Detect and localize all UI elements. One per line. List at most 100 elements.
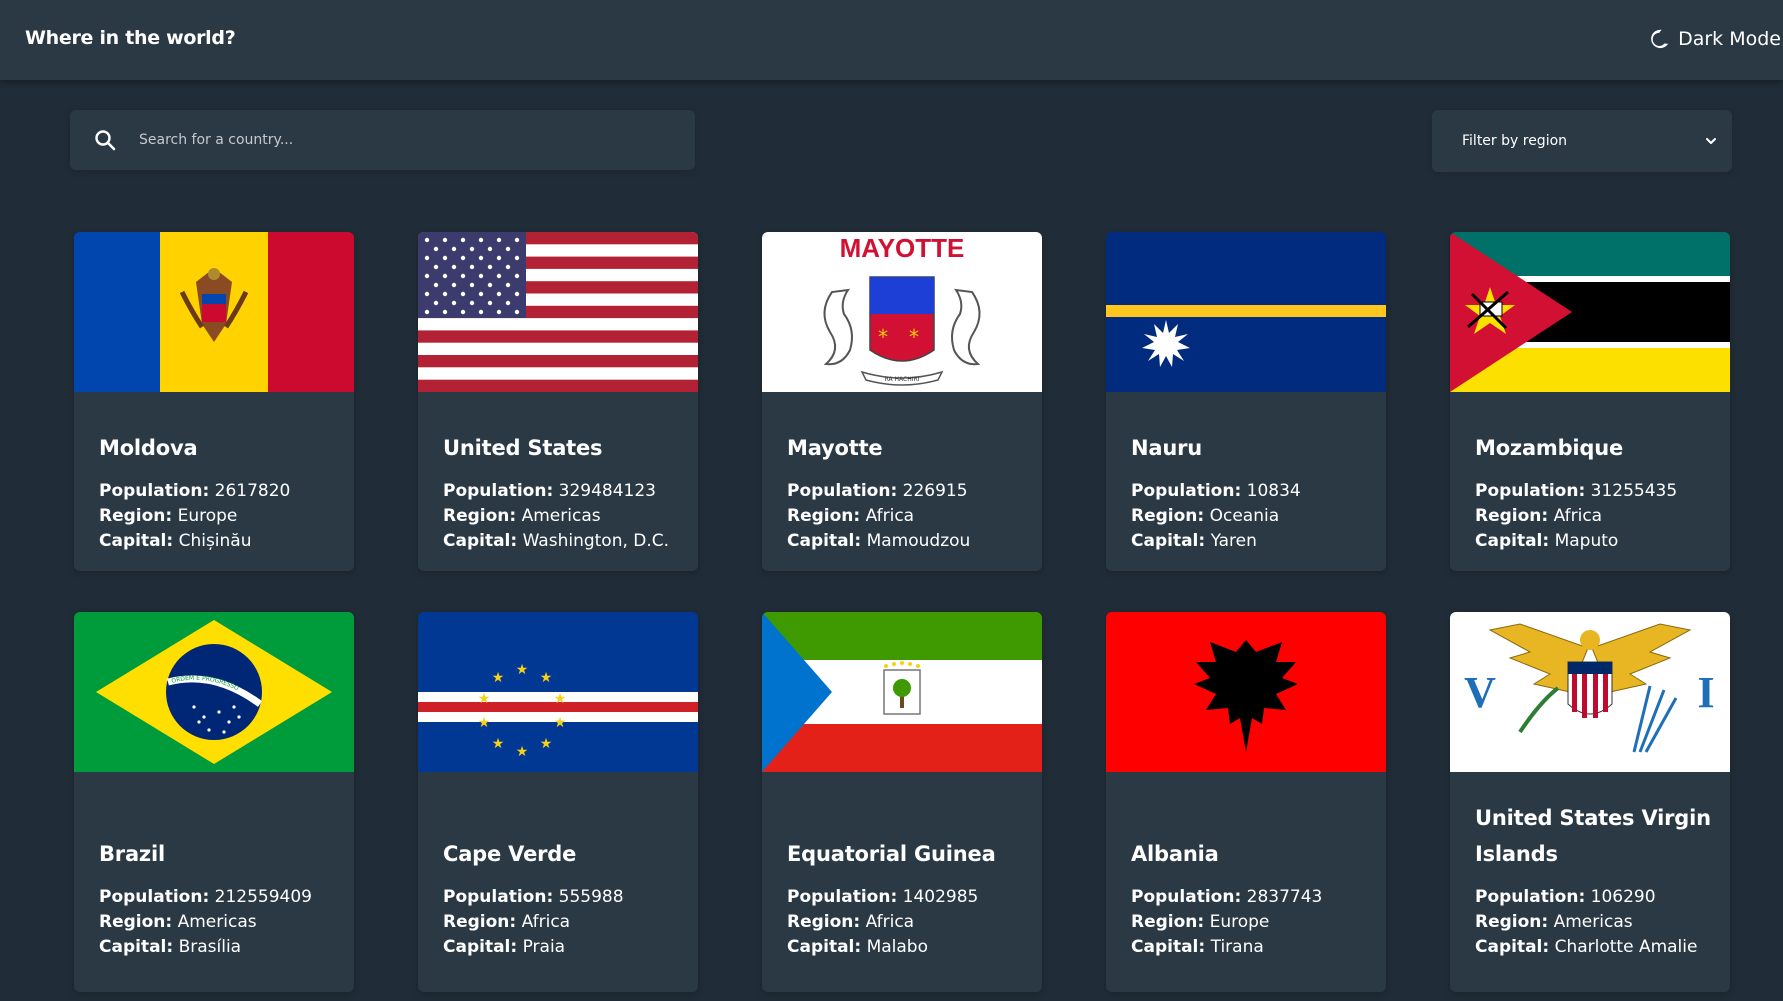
country-name: Mayotte [787,436,883,460]
population-value: 2617820 [214,481,291,501]
population-label: Population: [787,481,898,501]
capital-line: Capital: Chișinău [99,529,344,554]
population-line: Population: 555988 [443,885,688,910]
svg-text:★: ★ [540,736,553,752]
region-line: Region: Europe [1131,910,1376,935]
country-card[interactable]: Moldova Population: 2617820 Region: Euro… [74,232,354,571]
region-line: Region: Oceania [1131,504,1376,529]
region-label: Region: [99,506,173,526]
capital-value: Chișinău [178,531,252,551]
flag-mayotte-text: MAYOTTE [840,233,965,263]
region-value: Africa [865,506,915,526]
capital-value: Maputo [1554,531,1619,551]
population-line: Population: 31255435 [1475,479,1720,504]
card-body: United States Virgin Islands Population:… [1475,800,1720,960]
capital-value: Praia [522,937,566,957]
svg-text:★: ★ [478,715,491,731]
population-value: 31255435 [1590,481,1678,501]
capital-value: Malabo [866,937,928,957]
region-value: Africa [521,912,571,932]
region-line: Region: Africa [787,504,1032,529]
capital-line: Capital: Yaren [1131,529,1376,554]
flag-vi-letter-i: I [1697,668,1714,717]
region-value: Americas [521,506,601,526]
flag-equatorial-guinea [762,612,1042,772]
capital-label: Capital: [1131,531,1206,551]
population-line: Population: 329484123 [443,479,688,504]
country-card[interactable]: United States Population: 329484123 Regi… [418,232,698,571]
card-body: Nauru Population: 10834 Region: Oceania … [1131,420,1376,554]
population-label: Population: [443,481,554,501]
population-value: 226915 [902,481,968,501]
population-line: Population: 226915 [787,479,1032,504]
country-name: United States [443,436,603,460]
region-label: Region: [1131,912,1205,932]
capital-label: Capital: [99,531,174,551]
capital-label: Capital: [443,531,518,551]
svg-text:*: * [878,325,888,349]
population-label: Population: [443,887,554,907]
country-card[interactable]: Albania Population: 2837743 Region: Euro… [1106,612,1386,992]
region-value: Africa [1553,506,1603,526]
capital-line: Capital: Tirana [1131,935,1376,960]
country-name: United States Virgin Islands [1475,806,1711,866]
card-body: Mozambique Population: 31255435 Region: … [1475,420,1720,554]
card-body: United States Population: 329484123 Regi… [443,420,688,554]
region-line: Region: Africa [443,910,688,935]
capital-line: Capital: Brasília [99,935,344,960]
region-label: Region: [787,506,861,526]
population-label: Population: [1131,481,1242,501]
country-card[interactable]: Mozambique Population: 31255435 Region: … [1450,232,1730,571]
country-name: Brazil [99,842,165,866]
country-card[interactable]: ORDEM E PROGRESSO Brazil Population: 212… [74,612,354,992]
capital-value: Mamoudzou [866,531,971,551]
country-card[interactable]: V I United States Virgin Islands Populat… [1450,612,1730,992]
capital-line: Capital: Malabo [787,935,1032,960]
country-card[interactable]: ★ ★ ★ ★ ★ ★ ★ ★ ★ ★ Cape Verde Population: 555… [418,612,698,992]
region-line: Region: Africa [1475,504,1720,529]
svg-text:★: ★ [516,662,529,678]
region-label: Region: [1475,506,1549,526]
capital-label: Capital: [1475,531,1550,551]
population-value: 329484123 [558,481,656,501]
dark-mode-toggle[interactable]: Dark Mode [1648,24,1783,54]
card-body: Brazil Population: 212559409 Region: Ame… [99,800,344,960]
capital-label: Capital: [99,937,174,957]
population-label: Population: [787,887,898,907]
search-input[interactable] [137,131,641,149]
svg-text:★: ★ [516,744,529,760]
capital-line: Capital: Maputo [1475,529,1720,554]
region-line: Region: Americas [99,910,344,935]
population-value: 1402985 [902,887,979,907]
card-body: Cape Verde Population: 555988 Region: Af… [443,800,688,960]
country-card[interactable]: Equatorial Guinea Population: 1402985 Re… [762,612,1042,992]
population-label: Population: [1131,887,1242,907]
capital-value: Yaren [1210,531,1257,551]
population-value: 10834 [1246,481,1301,501]
flag-nauru [1106,232,1386,392]
country-card[interactable]: Nauru Population: 10834 Region: Oceania … [1106,232,1386,571]
country-name: Nauru [1131,436,1203,460]
search-icon [95,130,116,151]
flag-us-virgin-islands: V I [1450,612,1730,772]
population-label: Population: [1475,887,1586,907]
capital-label: Capital: [443,937,518,957]
population-value: 555988 [558,887,624,907]
capital-label: Capital: [787,531,862,551]
region-filter-dropdown[interactable]: Filter by region [1432,110,1732,172]
capital-value: Washington, D.C. [522,531,670,551]
population-label: Population: [99,887,210,907]
country-name: Cape Verde [443,842,577,866]
region-value: Africa [865,912,915,932]
capital-label: Capital: [787,937,862,957]
population-line: Population: 2837743 [1131,885,1376,910]
region-line: Region: Americas [443,504,688,529]
flag-moldova [74,232,354,392]
search-bar[interactable] [70,110,695,170]
country-card[interactable]: MAYOTTE * * RA HACHIRI Mayotte Population… [762,232,1042,571]
filter-label: Filter by region [1462,133,1568,149]
svg-text:★: ★ [478,691,491,707]
region-value: Americas [1553,912,1633,932]
region-value: Europe [177,506,238,526]
capital-value: Charlotte Amalie [1554,937,1698,957]
